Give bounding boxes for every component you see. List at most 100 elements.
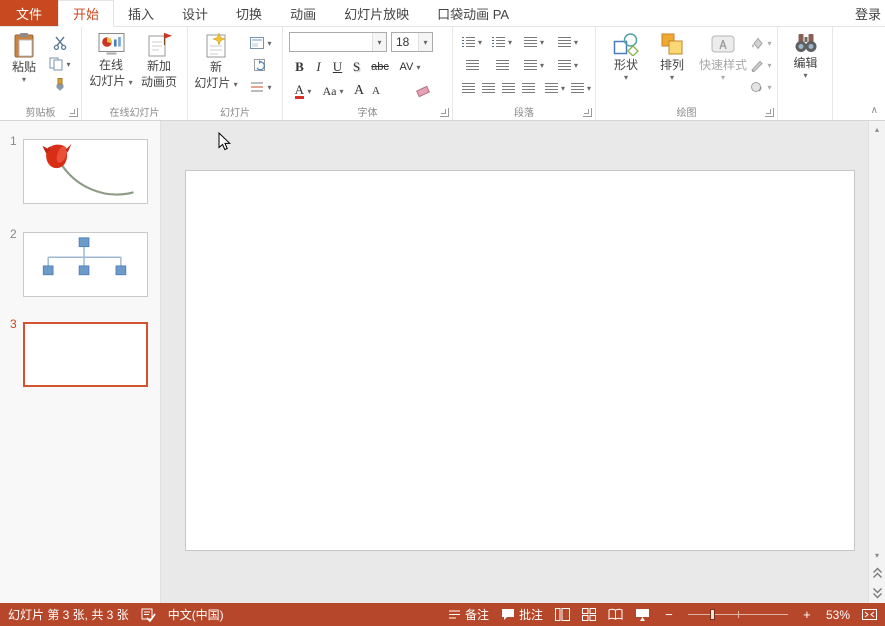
vertical-scrollbar[interactable]: ▴ ▾	[868, 121, 885, 603]
arrange-icon	[660, 32, 684, 56]
change-case-button[interactable]: Aa ▾	[319, 81, 347, 101]
underline-button[interactable]: U	[329, 57, 346, 77]
zoom-slider[interactable]	[688, 614, 788, 615]
tab-insert[interactable]: 插入	[114, 0, 168, 26]
bullets-button[interactable]: ▾	[459, 33, 485, 51]
bullet-list-icon	[462, 37, 475, 47]
convert-smartart-button[interactable]: ▾	[569, 79, 593, 97]
layout-icon	[250, 37, 264, 49]
slide-thumbnail-panel: 1 2 3	[0, 121, 161, 603]
edit-label: 编辑	[793, 56, 817, 70]
scroll-up-button[interactable]: ▴	[869, 121, 885, 137]
new-animation-page-button[interactable]: 新加 动画页	[136, 27, 182, 103]
text-shadow-button[interactable]: S	[348, 57, 365, 77]
font-name-combo[interactable]: ▾	[289, 32, 387, 52]
online-slides-button[interactable]: 在线 幻灯片 ▾	[88, 27, 134, 103]
text-direction-button[interactable]: ▾	[553, 56, 583, 74]
clipboard-dialog-launcher[interactable]	[69, 108, 78, 117]
paragraph-group-label: 段落	[453, 104, 595, 119]
arrange-button[interactable]: 排列 ▾	[650, 27, 694, 103]
increase-indent-button[interactable]	[489, 56, 515, 74]
tab-design[interactable]: 设计	[168, 0, 222, 26]
slideshow-view-button[interactable]	[635, 608, 650, 621]
new-slide-button[interactable]: 新 幻灯片 ▾	[193, 27, 239, 103]
justify-button[interactable]	[519, 79, 537, 97]
caret-down-icon: ▾	[267, 40, 271, 47]
font-name-dropdown[interactable]: ▾	[372, 33, 386, 51]
zoom-in-button[interactable]: +	[800, 608, 814, 621]
slide-3-thumbnail-selected[interactable]	[23, 322, 148, 387]
line-spacing-button[interactable]: ▾	[521, 33, 547, 51]
comments-icon	[501, 608, 515, 621]
presentation-app-window: 文件 开始 插入 设计 切换 动画 幻灯片放映 口袋动画 PA 登录 粘贴 ▾	[0, 0, 885, 626]
slide-sorter-view-button[interactable]	[582, 608, 596, 621]
shape-outline-button[interactable]: ▾	[748, 56, 774, 74]
tab-file[interactable]: 文件	[0, 0, 58, 26]
collapse-ribbon-button[interactable]: ∧	[871, 106, 878, 116]
reading-view-button[interactable]	[608, 608, 623, 621]
font-dialog-launcher[interactable]	[440, 108, 449, 117]
align-right-button[interactable]	[499, 79, 517, 97]
zoom-out-button[interactable]: −	[662, 608, 676, 621]
reset-icon	[254, 59, 268, 71]
shrink-font-button[interactable]: A	[369, 81, 383, 101]
caret-down-icon: ▾	[508, 39, 512, 46]
scroll-down-button[interactable]: ▾	[869, 547, 885, 563]
scrollbar-track[interactable]	[869, 137, 885, 547]
reset-slide-button[interactable]	[244, 56, 278, 74]
page-with-flag-icon	[147, 32, 172, 57]
bold-button[interactable]: B	[291, 57, 308, 77]
tab-transitions[interactable]: 切换	[222, 0, 276, 26]
paste-button[interactable]: 粘贴 ▾	[5, 27, 43, 103]
align-text-button[interactable]: ▾	[543, 79, 567, 97]
columns-button[interactable]: ▾	[553, 33, 583, 51]
slide-layout-button[interactable]: ▾	[244, 34, 278, 52]
shape-effects-button[interactable]: ▾	[748, 78, 774, 96]
strikethrough-button[interactable]: abc	[367, 57, 393, 77]
paragraph-spacing-button[interactable]: ▾	[521, 56, 547, 74]
group-drawing: 形状 ▾ 排列 ▾ 快速样式 ▾	[596, 27, 778, 120]
decrease-indent-button[interactable]	[459, 56, 485, 74]
spell-check-button[interactable]	[141, 608, 156, 622]
comments-toggle[interactable]: 批注	[501, 606, 543, 623]
font-size-combo[interactable]: 18 ▾	[391, 32, 433, 52]
font-color-button[interactable]: A ▾	[291, 81, 315, 101]
language-indicator[interactable]: 中文(中国)	[168, 606, 224, 623]
login-button[interactable]: 登录	[851, 0, 885, 26]
clear-formatting-button[interactable]	[411, 81, 435, 101]
tab-slide-show[interactable]: 幻灯片放映	[330, 0, 423, 26]
tab-pocket-animation[interactable]: 口袋动画 PA	[423, 0, 523, 26]
notes-toggle[interactable]: 备注	[448, 606, 489, 623]
align-center-button[interactable]	[479, 79, 497, 97]
slide-2-thumbnail[interactable]	[23, 232, 148, 297]
copy-button[interactable]: ▾	[46, 55, 74, 73]
zoom-percentage[interactable]: 53%	[826, 608, 850, 622]
section-button[interactable]: ▾	[244, 78, 278, 96]
group-paragraph: ▾ ▾ ▾ ▾ ▾ ▾ ▾ ▾ 段落	[453, 27, 596, 120]
text-direction-icon	[558, 60, 571, 70]
numbering-button[interactable]: ▾	[489, 33, 515, 51]
next-slide-button[interactable]	[869, 583, 885, 603]
fit-slide-to-window-button[interactable]	[862, 608, 877, 621]
tab-animations[interactable]: 动画	[276, 0, 330, 26]
org-chart-diagram	[24, 233, 147, 296]
quick-styles-button[interactable]: 快速样式 ▾	[696, 27, 750, 103]
normal-view-button[interactable]	[555, 608, 570, 621]
italic-button[interactable]: I	[310, 57, 327, 77]
zoom-slider-thumb[interactable]	[710, 609, 715, 620]
grow-font-button[interactable]: A	[351, 81, 367, 101]
previous-slide-button[interactable]	[869, 563, 885, 583]
cut-button[interactable]	[46, 34, 74, 52]
character-spacing-button[interactable]: AV ▾	[395, 57, 425, 77]
edit-button[interactable]: 编辑 ▾	[783, 27, 828, 103]
format-painter-button[interactable]	[46, 76, 74, 94]
slide-canvas[interactable]	[185, 170, 855, 551]
align-left-button[interactable]	[459, 79, 477, 97]
drawing-dialog-launcher[interactable]	[765, 108, 774, 117]
slide-1-thumbnail[interactable]	[23, 139, 148, 204]
font-size-dropdown[interactable]: ▾	[418, 33, 432, 51]
paragraph-dialog-launcher[interactable]	[583, 108, 592, 117]
tab-home[interactable]: 开始	[58, 0, 114, 27]
shape-fill-button[interactable]: ▾	[748, 34, 774, 52]
shapes-button[interactable]: 形状 ▾	[604, 27, 648, 103]
